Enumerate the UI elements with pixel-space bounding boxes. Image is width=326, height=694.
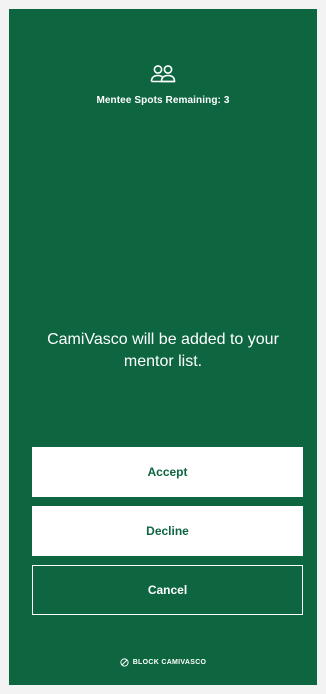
decline-button-label: Decline xyxy=(146,524,189,538)
mentee-spots-remaining: Mentee Spots Remaining: 3 xyxy=(96,95,230,106)
block-icon xyxy=(120,658,129,667)
accept-button[interactable]: Accept xyxy=(32,447,303,497)
block-user-link[interactable]: BLOCK CAMIVASCO xyxy=(9,658,317,667)
cancel-button-label: Cancel xyxy=(147,583,188,597)
decline-button[interactable]: Decline xyxy=(32,506,303,556)
people-icon xyxy=(150,65,176,83)
mentor-request-screen: Mentee Spots Remaining: 3 CamiVasco will… xyxy=(9,9,317,685)
accept-button-label: Accept xyxy=(147,465,188,479)
cancel-button[interactable]: Cancel xyxy=(32,565,303,615)
confirmation-message: CamiVasco will be added to your mentor l… xyxy=(47,331,279,370)
block-user-label: BLOCK CAMIVASCO xyxy=(132,659,207,666)
